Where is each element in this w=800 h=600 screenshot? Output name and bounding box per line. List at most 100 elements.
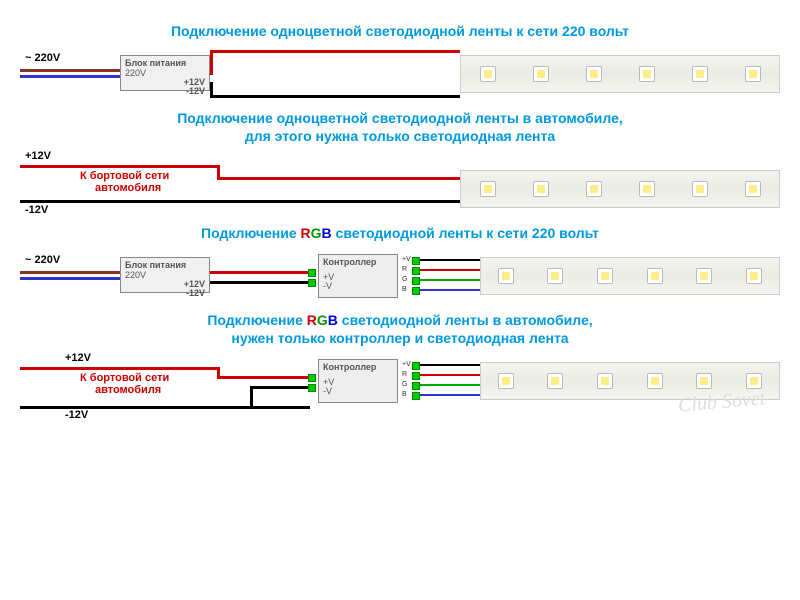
- ctrl-title: Контроллер: [323, 257, 393, 267]
- led: [498, 268, 514, 284]
- led: [533, 66, 549, 82]
- power-supply: Блок питания 220V +12V -12V: [120, 55, 210, 91]
- title-1: Подключение одноцветной светодиодной лен…: [20, 23, 780, 39]
- terminal: [412, 392, 420, 400]
- led: [745, 66, 761, 82]
- psu-title: Блок питания: [125, 58, 205, 68]
- wire-pos-2: [217, 376, 310, 379]
- ctrl-title: Контроллер: [323, 362, 393, 372]
- wire-12v-neg: [210, 95, 460, 98]
- wire-pos-1: [20, 367, 220, 370]
- title-2b: для этого нужна только светодиодная лент…: [20, 128, 780, 144]
- led: [746, 268, 762, 284]
- terminal: [412, 382, 420, 390]
- label-carnet1: К бортовой сети: [80, 170, 169, 182]
- wire-neg-1: [20, 406, 310, 409]
- led: [696, 373, 712, 389]
- wire-neg-2: [250, 386, 310, 389]
- led: [547, 373, 563, 389]
- label-220v: ~ 220V: [25, 52, 60, 64]
- wire-r: [420, 269, 480, 271]
- wire-psu-neg: [210, 281, 310, 284]
- label-plus12: +12V: [65, 352, 91, 364]
- diagram-1: ~ 220V Блок питания 220V +12V -12V: [20, 47, 780, 102]
- rgb-g: G: [311, 225, 322, 241]
- wire-neg: [20, 200, 460, 203]
- terminal: [308, 279, 316, 287]
- diagram-2: +12V К бортовой сети автомобиля -12V: [20, 152, 780, 217]
- wire-g: [420, 384, 480, 386]
- led: [597, 373, 613, 389]
- led: [692, 66, 708, 82]
- label-220v: ~ 220V: [25, 254, 60, 266]
- led: [533, 181, 549, 197]
- wire-v: [420, 259, 480, 261]
- terminal: [412, 277, 420, 285]
- label-minus12: -12V: [65, 409, 88, 421]
- title-4a-post: светодиодной ленты в автомобиле,: [338, 312, 593, 328]
- label-plus12: +12V: [25, 150, 51, 162]
- wire-psu-pos: [210, 271, 310, 274]
- led: [639, 66, 655, 82]
- ctrl-vp: +V: [323, 378, 393, 387]
- wire-neg-v: [250, 386, 253, 409]
- led: [647, 373, 663, 389]
- wire-pos-2: [217, 177, 460, 180]
- diagram-3: ~ 220V Блок питания 220V +12V -12V Контр…: [20, 249, 780, 304]
- led: [480, 66, 496, 82]
- psu-in: 220V: [125, 68, 146, 78]
- title-4a: Подключение RGB светодиодной ленты в авт…: [20, 312, 780, 328]
- led: [586, 181, 602, 197]
- psu-in: 220V: [125, 270, 146, 280]
- led-strip: [460, 55, 780, 93]
- title-3-pre: Подключение: [201, 225, 300, 241]
- terminal: [308, 269, 316, 277]
- wire-b: [420, 289, 480, 291]
- title-3: Подключение RGB светодиодной ленты к сет…: [20, 225, 780, 241]
- title-2a: Подключение одноцветной светодиодной лен…: [20, 110, 780, 126]
- wire-pos-1: [20, 165, 220, 168]
- label-carnet1: К бортовой сети: [80, 372, 169, 384]
- led: [647, 268, 663, 284]
- terminal: [412, 257, 420, 265]
- led: [745, 181, 761, 197]
- wire-r: [420, 374, 480, 376]
- led: [480, 181, 496, 197]
- led: [597, 268, 613, 284]
- diagram-4: +12V К бортовой сети автомобиля -12V Кон…: [20, 354, 780, 424]
- label-minus12: -12V: [25, 204, 48, 216]
- out-g: G: [402, 276, 407, 283]
- wire-12v-neg-v: [210, 82, 213, 98]
- terminal: [412, 287, 420, 295]
- controller: Контроллер +V -V: [318, 359, 398, 403]
- led-strip-rgb: [480, 257, 780, 295]
- title-4a-pre: Подключение: [207, 312, 306, 328]
- terminal: [412, 372, 420, 380]
- controller: Контроллер +V -V: [318, 254, 398, 298]
- wire-b: [420, 394, 480, 396]
- label-carnet2: автомобиля: [95, 384, 161, 396]
- terminal: [412, 362, 420, 370]
- terminal: [308, 374, 316, 382]
- title-3-post: светодиодной ленты к сети 220 вольт: [332, 225, 599, 241]
- terminal: [412, 267, 420, 275]
- wire-ac-neutral: [20, 75, 120, 78]
- ctrl-vn: -V: [323, 282, 393, 291]
- led-strip: [460, 170, 780, 208]
- led: [639, 181, 655, 197]
- terminal: [308, 384, 316, 392]
- wire-ac-live: [20, 271, 120, 274]
- wire-v: [420, 364, 480, 366]
- psu-title: Блок питания: [125, 260, 205, 270]
- led: [692, 181, 708, 197]
- power-supply: Блок питания 220V +12V -12V: [120, 257, 210, 293]
- label-carnet2: автомобиля: [95, 182, 161, 194]
- out-r: R: [402, 266, 407, 273]
- rgb-b: B: [328, 312, 338, 328]
- out-v: +V: [402, 361, 411, 368]
- out-b: B: [402, 286, 407, 293]
- out-r: R: [402, 371, 407, 378]
- rgb-b: B: [322, 225, 332, 241]
- out-v: +V: [402, 256, 411, 263]
- ctrl-vp: +V: [323, 273, 393, 282]
